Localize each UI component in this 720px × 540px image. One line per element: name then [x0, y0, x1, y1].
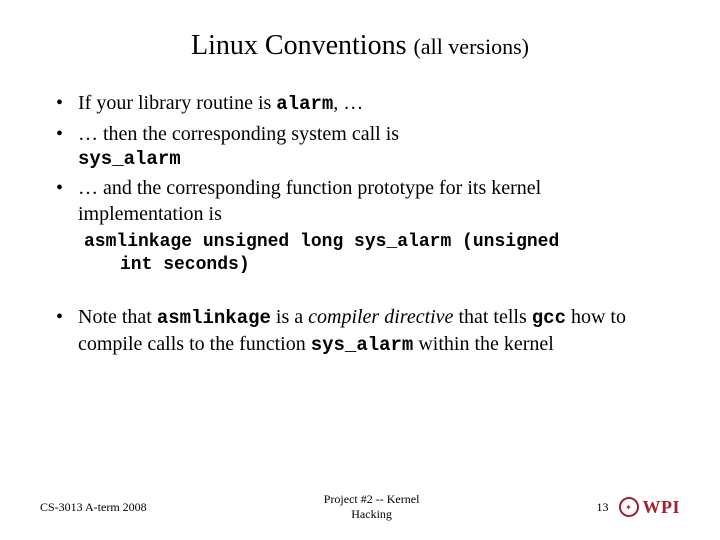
- code-line2: int seconds): [84, 254, 670, 277]
- b4-post: within the kernel: [413, 333, 554, 355]
- b1-post: , …: [333, 92, 363, 114]
- b4-code1: asmlinkage: [157, 307, 271, 329]
- wpi-logo: ✦ WPI: [619, 497, 681, 518]
- b4-code2: gcc: [532, 307, 566, 329]
- code-line1: asmlinkage unsigned long sys_alarm (unsi…: [84, 232, 559, 252]
- b4-mid1: is a: [271, 306, 308, 328]
- b4-em: compiler directive: [308, 306, 453, 328]
- b2-code: sys_alarm: [78, 147, 670, 172]
- bullet-2: … then the corresponding system call is …: [50, 121, 670, 172]
- b2-pre: … then the corresponding system call is: [78, 123, 399, 145]
- b4-code3: sys_alarm: [311, 334, 414, 356]
- slide-title: Linux Conventions (all versions): [50, 30, 670, 62]
- footer-center: Project #2 -- Kernel Hacking: [147, 492, 597, 522]
- seal-icon: ✦: [619, 497, 639, 517]
- title-main: Linux Conventions: [191, 30, 406, 61]
- b1-code: alarm: [276, 93, 333, 115]
- footer-left: CS-3013 A-term 2008: [40, 500, 147, 515]
- b4-pre: Note that: [78, 306, 157, 328]
- footer-center-l2: Hacking: [147, 507, 597, 522]
- footer: CS-3013 A-term 2008 Project #2 -- Kernel…: [0, 492, 720, 522]
- footer-right: 13 ✦ WPI: [597, 497, 681, 518]
- bullet-1: If your library routine is alarm, …: [50, 90, 670, 117]
- wpi-text: WPI: [643, 497, 681, 518]
- title-sub: (all versions): [413, 34, 528, 59]
- bullet-list-2: Note that asmlinkage is a compiler direc…: [50, 304, 670, 357]
- footer-center-l1: Project #2 -- Kernel: [147, 492, 597, 507]
- code-block: asmlinkage unsigned long sys_alarm (unsi…: [84, 231, 670, 276]
- bullet-4: Note that asmlinkage is a compiler direc…: [50, 304, 670, 357]
- bullet-3: … and the corresponding function prototy…: [50, 175, 670, 227]
- bullet-list: If your library routine is alarm, … … th…: [50, 90, 670, 227]
- b3-text: … and the corresponding function prototy…: [78, 177, 541, 225]
- b4-mid2: that tells: [453, 306, 531, 328]
- page-number: 13: [597, 500, 609, 515]
- b1-pre: If your library routine is: [78, 92, 276, 114]
